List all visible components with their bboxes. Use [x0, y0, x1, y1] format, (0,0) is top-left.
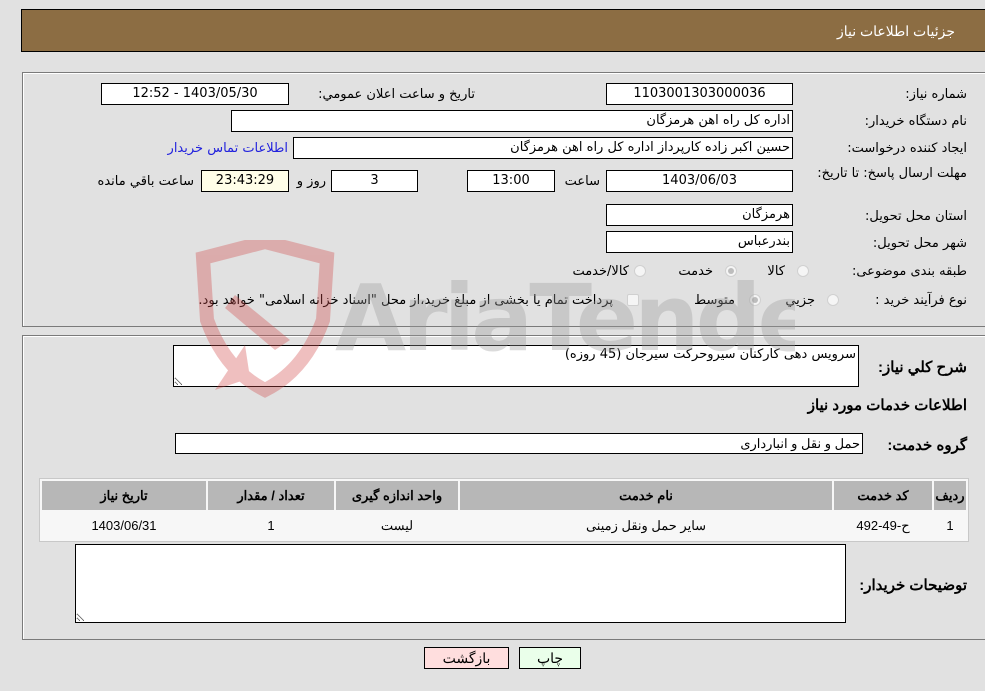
col-service-name: نام خدمت	[460, 481, 832, 510]
print-button[interactable]: چاپ	[519, 647, 581, 669]
cell-service-name: سایر حمل ونقل زمینی	[460, 512, 832, 539]
remaining-label: ساعت باقي مانده	[97, 174, 194, 189]
category-radio-goods-service[interactable]	[634, 265, 646, 277]
category-radio-service[interactable]	[725, 265, 737, 277]
announce-date-field: 1403/05/30 - 12:52	[101, 83, 289, 105]
need-number-field: 1103001303000036	[606, 83, 793, 105]
back-button[interactable]: بازگشت	[424, 647, 509, 669]
treasury-note: پرداخت تمام یا بخشی از مبلغ خرید،از محل …	[198, 293, 613, 308]
cell-service-code: ح-49-492	[834, 512, 932, 539]
category-label: طبقه بندی موضوعی:	[851, 264, 967, 279]
col-quantity: تعداد / مقدار	[208, 481, 334, 510]
deadline-time-field: 13:00	[467, 170, 555, 192]
services-heading: اطلاعات خدمات مورد نیاز	[807, 397, 967, 414]
services-table: ردیف کد خدمت نام خدمت واحد اندازه گیری ت…	[39, 478, 969, 542]
announce-label: تاریخ و ساعت اعلان عمومي:	[318, 87, 475, 102]
service-group-field: حمل و نقل و انبارداری	[175, 433, 863, 454]
col-row-number: ردیف	[934, 481, 966, 510]
buyer-contact-link[interactable]: اطلاعات تماس خریدار	[168, 141, 288, 156]
deadline-date-field: 1403/06/03	[606, 170, 793, 192]
creator-label: ایجاد کننده درخواست:	[847, 141, 967, 156]
treasury-checkbox[interactable]	[627, 294, 639, 306]
days-remaining-field: 3	[331, 170, 418, 192]
buyer-notes-label: توضیحات خریدار:	[859, 577, 967, 594]
service-group-label: گروه خدمت:	[887, 437, 967, 454]
remaining-time-field: 23:43:29	[201, 170, 289, 192]
city-label: شهر محل تحویل:	[872, 236, 967, 251]
cell-quantity: 1	[208, 512, 334, 539]
col-service-code: کد خدمت	[834, 481, 932, 510]
process-option-minor: جزيي	[785, 293, 815, 308]
category-radio-goods[interactable]	[797, 265, 809, 277]
category-option-service: خدمت	[678, 264, 713, 279]
summary-textarea[interactable]	[173, 345, 859, 387]
buyer-notes-textarea[interactable]	[75, 544, 846, 623]
col-need-date: تاریخ نیاز	[42, 481, 206, 510]
page-title: جزئیات اطلاعات نیاز	[836, 23, 955, 39]
process-option-medium: متوسط	[694, 293, 735, 308]
city-field: بندرعباس	[606, 231, 793, 253]
category-option-goods-service: کالا/خدمت	[572, 264, 629, 279]
cell-row-number: 1	[934, 512, 966, 539]
summary-label: شرح كلي نياز:	[878, 359, 967, 376]
creator-field: حسین اکبر زاده کارپرداز اداره کل راه اهن…	[293, 137, 793, 159]
col-unit: واحد اندازه گیری	[336, 481, 458, 510]
province-field: هرمزگان	[606, 204, 793, 226]
category-option-goods: کالا	[767, 264, 785, 279]
province-label: استان محل تحویل:	[865, 209, 967, 224]
process-label: نوع فرآیند خرید :	[875, 293, 967, 308]
table-header-row: ردیف کد خدمت نام خدمت واحد اندازه گیری ت…	[42, 481, 966, 510]
table-row: 1 ح-49-492 سایر حمل ونقل زمینی لیست 1 14…	[42, 512, 966, 539]
cell-unit: لیست	[336, 512, 458, 539]
days-label: روز و	[296, 174, 326, 189]
cell-need-date: 1403/06/31	[42, 512, 206, 539]
deadline-time-label: ساعت	[564, 174, 600, 189]
need-number-label: شماره نیاز:	[905, 87, 967, 102]
buyer-org-field: اداره کل راه اهن هرمزگان	[231, 110, 793, 132]
deadline-label: مهلت ارسال پاسخ: تا تاریخ:	[817, 166, 967, 181]
process-radio-minor[interactable]	[827, 294, 839, 306]
buyer-org-label: نام دستگاه خریدار:	[864, 114, 967, 129]
page-header: جزئیات اطلاعات نیاز	[21, 9, 985, 52]
process-radio-medium[interactable]	[749, 294, 761, 306]
